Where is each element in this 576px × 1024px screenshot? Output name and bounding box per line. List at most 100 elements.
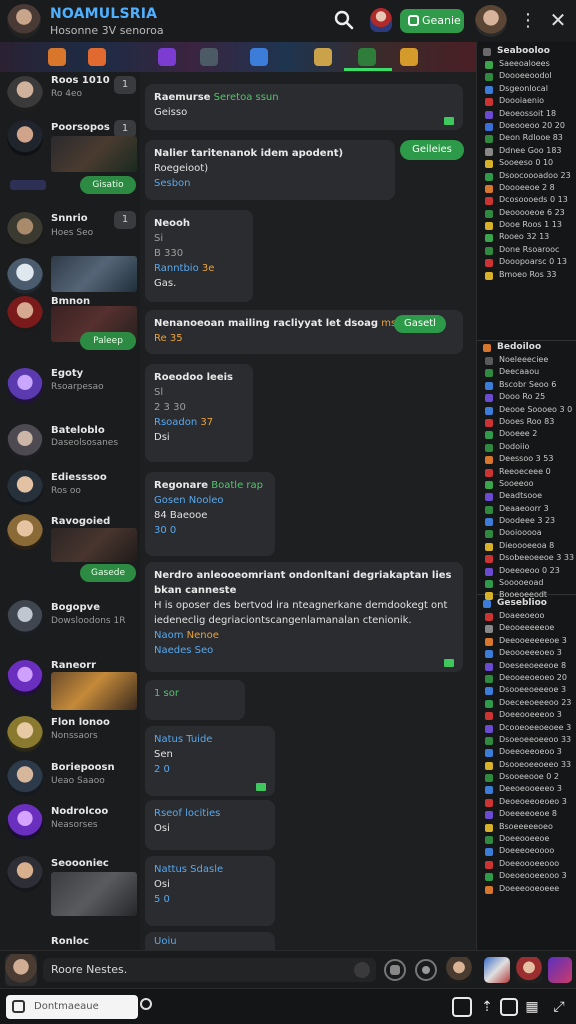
right-panel-item[interactable]: Dooo Ro 25 (477, 391, 576, 403)
reply-pill[interactable]: Gasetl (394, 315, 446, 333)
list-item[interactable]: Seoooniec (0, 854, 140, 924)
message-bubble[interactable]: Natus Tuide Sen 2 0 (145, 726, 275, 796)
reply-pill[interactable]: Geileies (400, 140, 464, 160)
right-panel-item[interactable]: Deooeeeeeoe (477, 622, 576, 634)
flame-icon[interactable] (88, 48, 106, 66)
list-item[interactable]: Ronloc (0, 934, 140, 950)
right-panel-item[interactable]: Dsoocoooadoo 23 (477, 170, 576, 182)
right-panel-item[interactable]: Doeseeoeeeoe 8 (477, 660, 576, 672)
list-item[interactable]: Raneorr (0, 658, 140, 714)
right-panel-item[interactable]: Bmoeo Ros 33 (477, 269, 576, 281)
open-button[interactable]: Gisatio (80, 176, 136, 194)
avatar[interactable] (446, 957, 472, 983)
right-panel-item[interactable]: Dodoiio (477, 441, 576, 453)
right-panel-item[interactable]: Doeooeoo 20 20 (477, 120, 576, 132)
right-panel-item[interactable]: Deon Rdlooe 83 (477, 132, 576, 144)
list-item[interactable]: Ravogoied Gasede (0, 512, 140, 582)
section-header[interactable]: Seabooloo (477, 46, 576, 58)
message-bubble[interactable]: Roeodoo leeis Sl 2 3 30 Rsoadon 37 Dsi (145, 364, 253, 462)
message-link[interactable]: Sesbon (154, 176, 386, 191)
avatar[interactable] (516, 957, 542, 983)
right-panel-item[interactable]: Doeeeeoeoe 8 (477, 808, 576, 820)
right-panel-item[interactable]: Deooooeoe 6 23 (477, 207, 576, 219)
right-panel-item[interactable]: Doooeeoodol (477, 70, 576, 82)
character-icon[interactable] (370, 8, 392, 32)
right-panel-item[interactable]: Doeeoeeoeoo 3 (477, 746, 576, 758)
right-panel-item[interactable]: Deecaaou (477, 366, 576, 378)
right-panel-item[interactable]: Doeeeoeoooo (477, 845, 576, 857)
game-icon[interactable] (158, 48, 176, 66)
right-panel-item[interactable]: Noeleeeciee (477, 354, 576, 366)
sword-icon[interactable] (200, 48, 218, 66)
open-button[interactable]: Gasede (80, 564, 136, 582)
right-panel-item[interactable]: Deessoo 3 53 (477, 453, 576, 465)
list-item[interactable]: Bogopve Dowsloodons 1R (0, 596, 140, 656)
right-panel-item[interactable]: Dsooeoeeoeeo 33 (477, 759, 576, 771)
right-panel-item[interactable]: Dooiooooa (477, 527, 576, 539)
fire-icon[interactable] (48, 48, 66, 66)
list-item[interactable]: Egoty Rsoarpesao (0, 362, 140, 422)
message-bubble[interactable]: Neooh Si B 330 Ranntbio 3e Gas. (145, 210, 253, 302)
quick-search-field[interactable]: Dontmaeaue (6, 995, 138, 1019)
right-panel-item[interactable]: Deooeeoeoeo 20 (477, 672, 576, 684)
search-icon[interactable] (334, 10, 354, 30)
right-panel-item[interactable]: Deeooeeeeeoe 3 (477, 635, 576, 647)
right-panel-item[interactable]: Deaaeoorr 3 (477, 503, 576, 515)
message-link[interactable]: Rsoadon (154, 417, 197, 428)
right-panel-item[interactable]: Dsooeeooe 0 2 (477, 771, 576, 783)
grid-icon[interactable]: ▦ (523, 998, 541, 1016)
profile-avatar[interactable] (7, 4, 41, 38)
right-panel-item[interactable]: Doooeeoe 2 8 (477, 182, 576, 194)
right-panel-item[interactable]: Bsoeeeeeoeo (477, 821, 576, 833)
right-panel-item[interactable]: Dooes Roo 83 (477, 416, 576, 428)
right-panel-item[interactable]: Doeceeoeeeoo 23 (477, 697, 576, 709)
sticker-icon[interactable] (452, 997, 472, 1017)
avatar[interactable] (484, 957, 510, 983)
right-panel-item[interactable]: Bscobr Seoo 6 (477, 379, 576, 391)
star-icon[interactable] (358, 48, 376, 66)
right-panel-item[interactable]: Dooe Roos 1 13 (477, 219, 576, 231)
avatar[interactable] (5, 954, 37, 986)
more-options-icon[interactable]: ⋮ (519, 10, 537, 32)
right-panel-item[interactable]: Done Rsoarooc (477, 244, 576, 256)
message-bubble[interactable]: 1 sor (145, 680, 245, 720)
right-panel-item[interactable]: Doeeooeeoe (477, 833, 576, 845)
right-panel-item[interactable]: Dsooeeoeeeoe 3 (477, 684, 576, 696)
message-bubble[interactable]: Nerdro anleooeomriant ondonltani degriak… (145, 562, 463, 672)
emoji-icon[interactable] (415, 959, 437, 981)
right-panel-item[interactable]: Dcosoooeds 0 13 (477, 194, 576, 206)
right-panel-item[interactable]: Doeoeooeeooo 3 (477, 870, 576, 882)
right-panel-item[interactable]: Dieoooeeoa 8 (477, 540, 576, 552)
right-panel-item[interactable]: Dsoeoeeoeeoo 33 (477, 734, 576, 746)
right-panel-item[interactable]: Deadtsooe (477, 490, 576, 502)
open-button[interactable]: Paleep (80, 332, 136, 350)
right-panel-item[interactable]: Dsgeonlocal (477, 83, 576, 95)
avatar[interactable] (548, 957, 572, 983)
right-panel-item[interactable]: Dcooeoeeoeoee 3 (477, 722, 576, 734)
message-bubble[interactable]: Uoiu (145, 932, 275, 950)
message-link[interactable]: Ranntbio (154, 263, 199, 274)
message-bubble[interactable]: Nalier taritenanok idem apodent) Roegeio… (145, 140, 395, 200)
expand-icon[interactable]: ⤢ (550, 998, 568, 1016)
right-panel-item[interactable]: Dsobeeoeeoe 3 33 (477, 552, 576, 564)
section-header[interactable]: Bedoiloo (477, 342, 576, 354)
right-panel-item[interactable]: Sooeeso 0 10 (477, 157, 576, 169)
header-action-button[interactable]: Geanie (400, 9, 464, 33)
message-input[interactable]: Roore Nestes. (43, 958, 376, 982)
right-panel-item[interactable]: Doeeoeoo 0 23 (477, 565, 576, 577)
right-panel-item[interactable]: Dooopoarsc 0 13 (477, 256, 576, 268)
right-panel-item[interactable]: Doaeeoeoo (477, 610, 576, 622)
right-panel-item[interactable]: Deooe Soooeo 3 0 (477, 404, 576, 416)
list-item[interactable]: Poorsopos 1 Gisatio (0, 118, 140, 196)
right-panel-item[interactable]: Deoeoeeoeoeo 3 (477, 796, 576, 808)
message-bubble[interactable]: Rseof locities Osi (145, 800, 275, 850)
right-panel-item[interactable]: Deoeossoit 18 (477, 108, 576, 120)
right-panel-item[interactable]: Doodeee 3 23 (477, 515, 576, 527)
list-item[interactable]: Bmnon Paleep (0, 294, 140, 354)
close-icon[interactable]: ✕ (546, 8, 570, 32)
message-bubble[interactable]: Raemurse Seretoa ssun Geisso (145, 84, 463, 130)
right-panel-item[interactable]: Doeeeooeoeee (477, 883, 576, 895)
right-panel-item[interactable]: Deeoeooeeeo 3 (477, 783, 576, 795)
message-link[interactable]: Gosen Nooleo (154, 493, 266, 508)
message-link[interactable]: Naom (154, 630, 183, 641)
